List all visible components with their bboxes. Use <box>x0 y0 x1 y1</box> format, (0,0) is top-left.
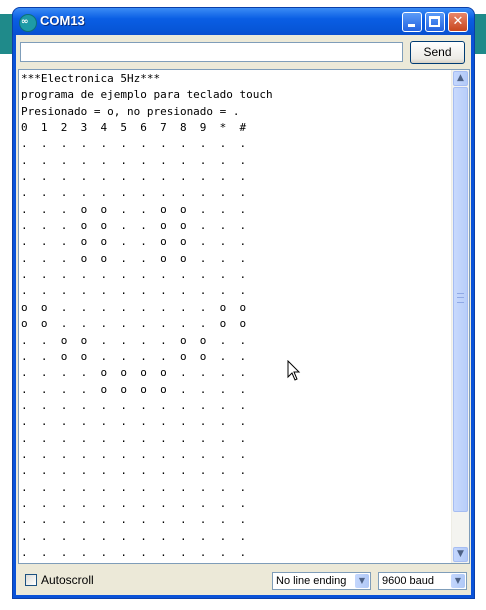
mouse-pointer-icon <box>287 360 301 381</box>
output-line: . . . . . . . . . . . . <box>21 186 247 200</box>
arduino-icon: ∞ <box>19 14 37 32</box>
output-line: . . . . . . . . . . . . <box>21 398 247 412</box>
output-line: o o . . . . . . . . o o <box>21 300 247 314</box>
output-line: . . . . . . . . . . . . <box>21 529 247 543</box>
output-line: . . . . o o o o . . . . <box>21 382 247 396</box>
output-line: . . . . . . . . . . . . <box>21 513 247 527</box>
output-line: . . . . . . . . . . . . <box>21 268 247 282</box>
scroll-down-icon[interactable]: ▼ <box>453 547 468 562</box>
output-lines: ***Electronica 5Hz*** programa de ejemplo… <box>21 72 273 562</box>
output-line: . . . . o o o o . . . . <box>21 366 247 380</box>
vertical-scrollbar[interactable]: ▲ ▼ <box>451 70 469 563</box>
send-input[interactable] <box>20 42 403 62</box>
window-title: COM13 <box>40 13 85 28</box>
chevron-down-icon[interactable]: ▼ <box>355 574 369 588</box>
title-bar[interactable]: ∞ COM13 ✕ <box>13 8 474 35</box>
minimize-button[interactable] <box>402 12 422 32</box>
grip-icon <box>457 293 464 303</box>
maximize-icon <box>429 16 440 27</box>
close-button[interactable]: ✕ <box>448 12 468 32</box>
output-line: . . o o . . . . o o . . <box>21 333 247 347</box>
output-line: . . . o o . . o o . . . <box>21 251 247 265</box>
bottom-bar: Autoscroll No line ending ▼ 9600 baud ▼ <box>16 568 471 595</box>
window-client-area: Send ***Electronica 5Hz*** programa de ej… <box>16 35 471 595</box>
send-button[interactable]: Send <box>410 41 465 64</box>
output-line: Presionado = o, no presionado = . <box>21 104 240 118</box>
line-ending-value: No line ending <box>276 575 347 587</box>
chevron-down-icon[interactable]: ▼ <box>451 574 465 588</box>
output-line: programa de ejemplo para teclado touch <box>21 88 273 102</box>
output-line: . . . o o . . o o . . . <box>21 202 247 216</box>
output-line: . . . o o . . o o . . . <box>21 219 247 233</box>
line-ending-select[interactable]: No line ending ▼ <box>272 572 371 590</box>
output-line: . . . . . . . . . . . . <box>21 480 247 494</box>
output-line: . . . . . . . . . . . . <box>21 284 247 298</box>
maximize-button[interactable] <box>425 12 445 32</box>
baud-rate-select[interactable]: 9600 baud ▼ <box>378 572 467 590</box>
output-line: . . . . . . . . . . . . <box>21 496 247 510</box>
output-line: . . . . . . . . . . . . <box>21 545 247 559</box>
scroll-thumb[interactable] <box>453 87 468 512</box>
output-line: . . . . . . . . . . . . <box>21 137 247 151</box>
autoscroll-label[interactable]: Autoscroll <box>41 573 94 587</box>
scroll-up-icon[interactable]: ▲ <box>453 71 468 86</box>
serial-output[interactable]: ***Electronica 5Hz*** programa de ejemplo… <box>18 69 470 564</box>
output-line: o o . . . . . . . . o o <box>21 317 247 331</box>
output-line: . . . . . . . . . . . . <box>21 170 247 184</box>
output-line: ***Electronica 5Hz*** <box>21 72 161 85</box>
output-line: . . . o o . . o o . . . <box>21 235 247 249</box>
baud-rate-value: 9600 baud <box>382 575 434 587</box>
output-line: . . . . . . . . . . . . <box>21 415 247 429</box>
output-line: 0 1 2 3 4 5 6 7 8 9 * # <box>21 121 247 135</box>
output-line: . . . . . . . . . . . . <box>21 431 247 445</box>
output-line: . . o o . . . . o o . . <box>21 349 247 363</box>
minimize-icon <box>408 24 415 27</box>
output-line: . . . . . . . . . . . . <box>21 464 247 478</box>
output-line: . . . . . . . . . . . . <box>21 447 247 461</box>
close-icon: ✕ <box>452 14 464 29</box>
autoscroll-checkbox[interactable] <box>25 574 37 586</box>
serial-monitor-window: ∞ COM13 ✕ Send ***Electronica 5Hz*** prog… <box>13 8 474 598</box>
output-line: . . . . . . . . . . . . <box>21 153 247 167</box>
